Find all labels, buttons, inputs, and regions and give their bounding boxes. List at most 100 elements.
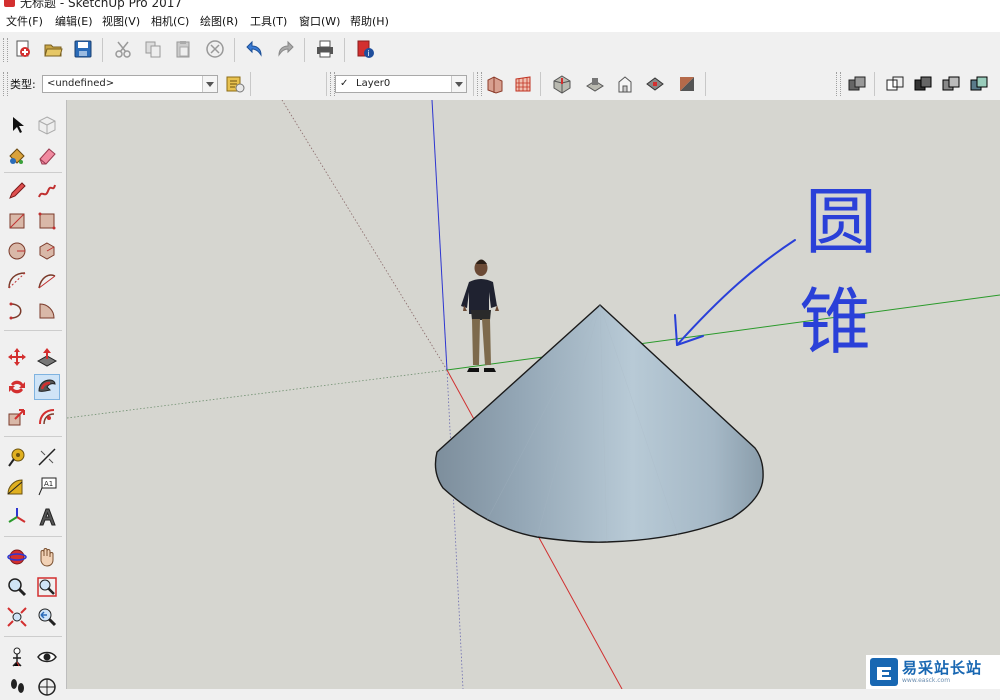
top-view-icon[interactable] <box>584 73 606 95</box>
move-icon[interactable] <box>4 344 30 370</box>
scale-figure-person[interactable] <box>461 259 499 373</box>
xray-style-icon[interactable] <box>884 73 906 95</box>
polygon-icon[interactable] <box>34 238 60 264</box>
type-label: 类型: <box>10 78 36 91</box>
front-view-icon[interactable] <box>644 73 666 95</box>
watermark-logo-icon <box>870 658 898 686</box>
textured-style-icon[interactable] <box>968 73 990 95</box>
section-cut-icon[interactable] <box>512 73 534 95</box>
menu-edit[interactable]: 编辑(E) <box>55 13 93 29</box>
section-plane-tool-icon[interactable] <box>34 674 60 700</box>
make-component-icon[interactable] <box>34 112 60 138</box>
position-camera-icon[interactable] <box>4 644 30 670</box>
menu-window[interactable]: 窗口(W) <box>299 13 340 29</box>
print-icon[interactable] <box>314 38 336 60</box>
negative-blue-axis <box>446 369 464 689</box>
entity-info-icon[interactable] <box>224 73 246 95</box>
pan-icon[interactable] <box>34 544 60 570</box>
annotation-cone-char-yuan: 圆 <box>805 180 877 264</box>
window-title: 无标题 - SketchUp Pro 2017 <box>20 0 182 10</box>
paste-icon[interactable] <box>172 38 194 60</box>
toolbar-grip[interactable] <box>477 72 482 96</box>
toolbar-grip[interactable] <box>3 72 8 96</box>
push-pull-icon[interactable] <box>34 344 60 370</box>
toolbar-grip[interactable] <box>3 38 8 62</box>
look-around-icon[interactable] <box>34 644 60 670</box>
freehand-icon[interactable] <box>34 178 60 204</box>
menu-bar: 文件(F) 编辑(E) 视图(V) 相机(C) 绘图(R) 工具(T) 窗口(W… <box>0 10 1000 33</box>
offset-icon[interactable] <box>34 404 60 430</box>
layer-select[interactable]: ✓ Layer0 <box>335 75 467 93</box>
section-plane-icon[interactable] <box>484 73 506 95</box>
3d-text-icon[interactable] <box>34 504 60 530</box>
copy-icon[interactable] <box>142 38 164 60</box>
type-select[interactable]: <undefined> <box>42 75 218 93</box>
shaded-style-icon[interactable] <box>940 73 962 95</box>
zoom-icon[interactable] <box>4 574 30 600</box>
menu-help[interactable]: 帮助(H) <box>350 13 389 29</box>
tape-measure-icon[interactable] <box>4 444 30 470</box>
scale-icon[interactable] <box>4 404 30 430</box>
drawing-area-viewport[interactable]: 圆 锥 易采站长站 www.easck.com <box>67 100 1000 689</box>
text-icon[interactable]: A1 <box>34 474 60 500</box>
save-icon[interactable] <box>72 38 94 60</box>
zoom-extents-icon[interactable] <box>4 604 30 630</box>
model-scene[interactable]: 圆 锥 <box>67 100 1000 689</box>
three-point-arc-icon[interactable] <box>4 298 30 324</box>
arrow-head <box>674 314 704 346</box>
undo-icon[interactable] <box>244 38 266 60</box>
rotate-icon[interactable] <box>4 374 30 400</box>
toolbar-grip[interactable] <box>836 72 841 96</box>
eraser-icon[interactable] <box>34 142 60 168</box>
layer-check-icon: ✓ <box>340 78 349 89</box>
erase-delete-icon[interactable] <box>204 38 226 60</box>
menu-draw[interactable]: 绘图(R) <box>200 13 238 29</box>
watermark-subtitle: www.easck.com <box>902 676 951 684</box>
standard-toolbar: i <box>0 32 1000 69</box>
circle-icon[interactable] <box>4 238 30 264</box>
dimension-icon[interactable] <box>34 444 60 470</box>
chevron-down-icon[interactable] <box>451 76 466 92</box>
new-file-icon[interactable] <box>12 38 34 60</box>
orbit-icon[interactable] <box>4 544 30 570</box>
follow-me-icon[interactable] <box>34 374 60 400</box>
arrow-shaft <box>676 239 796 346</box>
iso-view-icon[interactable] <box>551 73 573 95</box>
model-info-icon[interactable]: i <box>354 38 376 60</box>
menu-file[interactable]: 文件(F) <box>6 13 43 29</box>
zoom-window-icon[interactable] <box>34 574 60 600</box>
svg-text:A1: A1 <box>44 480 53 488</box>
pie-icon[interactable] <box>34 298 60 324</box>
axes-icon[interactable] <box>4 504 30 530</box>
annotation-cone-char-zhui: 锥 <box>799 280 871 364</box>
blue-axis <box>431 100 448 371</box>
watermark: 易采站长站 www.easck.com <box>866 655 1000 689</box>
chevron-down-icon[interactable] <box>202 76 217 92</box>
handwritten-annotation <box>674 239 796 346</box>
large-tool-set: A1 <box>0 100 67 696</box>
group-component-icon[interactable] <box>846 73 868 95</box>
wireframe-style-icon[interactable] <box>912 73 934 95</box>
menu-view[interactable]: 视图(V) <box>102 13 140 29</box>
negative-green-axis <box>281 100 448 371</box>
house-view-icon[interactable] <box>614 73 636 95</box>
protractor-icon[interactable] <box>4 474 30 500</box>
rotated-rectangle-icon[interactable] <box>34 208 60 234</box>
menu-tools[interactable]: 工具(T) <box>250 13 287 29</box>
pencil-line-icon[interactable] <box>4 178 30 204</box>
open-folder-icon[interactable] <box>42 38 64 60</box>
select-icon[interactable] <box>4 112 30 138</box>
previous-view-icon[interactable] <box>34 604 60 630</box>
sketchup-app-icon <box>4 0 15 7</box>
green-axis <box>446 294 1000 371</box>
arc-icon[interactable] <box>4 268 30 294</box>
watermark-name: 易采站长站 <box>902 658 983 677</box>
paint-bucket-icon[interactable] <box>4 142 30 168</box>
menu-camera[interactable]: 相机(C) <box>151 13 189 29</box>
two-point-arc-icon[interactable] <box>34 268 60 294</box>
shaded-face-icon[interactable] <box>676 73 698 95</box>
redo-icon[interactable] <box>274 38 296 60</box>
cut-icon[interactable] <box>112 38 134 60</box>
walk-icon[interactable] <box>4 674 30 700</box>
rectangle-icon[interactable] <box>4 208 30 234</box>
